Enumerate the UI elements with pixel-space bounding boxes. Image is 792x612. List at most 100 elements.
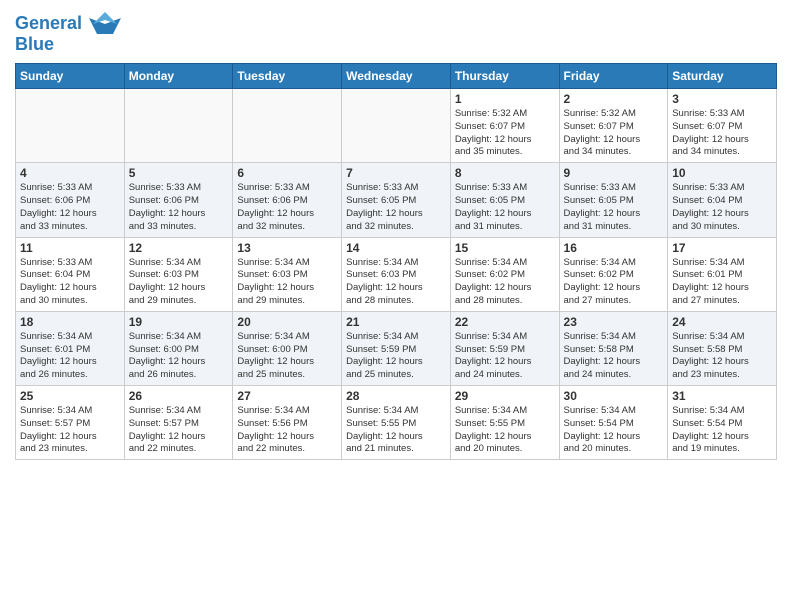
day-info: Sunrise: 5:34 AM Sunset: 5:57 PM Dayligh… xyxy=(20,405,120,456)
calendar-cell: 14 Sunrise: 5:34 AM Sunset: 6:03 PM Dayli… xyxy=(342,237,451,311)
day-number: 8 xyxy=(455,166,555,180)
calendar-table: SundayMondayTuesdayWednesdayThursdayFrid… xyxy=(15,63,777,460)
day-number: 12 xyxy=(129,241,229,255)
day-info: Sunrise: 5:34 AM Sunset: 5:57 PM Dayligh… xyxy=(129,405,229,456)
day-number: 10 xyxy=(672,166,772,180)
calendar-cell: 3 Sunrise: 5:33 AM Sunset: 6:07 PM Daylig… xyxy=(668,89,777,163)
day-info: Sunrise: 5:34 AM Sunset: 6:01 PM Dayligh… xyxy=(672,257,772,308)
day-info: Sunrise: 5:33 AM Sunset: 6:06 PM Dayligh… xyxy=(20,182,120,233)
day-number: 13 xyxy=(237,241,337,255)
calendar-cell: 16Sunrise: 5:34 AM Sunset: 6:02 PM Dayli… xyxy=(559,237,668,311)
day-info: Sunrise: 5:33 AM Sunset: 6:05 PM Dayligh… xyxy=(564,182,664,233)
day-number: 20 xyxy=(237,315,337,329)
day-info: Sunrise: 5:34 AM Sunset: 5:59 PM Dayligh… xyxy=(346,331,446,382)
day-number: 25 xyxy=(20,389,120,403)
day-info: Sunrise: 5:34 AM Sunset: 5:55 PM Dayligh… xyxy=(346,405,446,456)
day-info: Sunrise: 5:32 AM Sunset: 6:07 PM Dayligh… xyxy=(564,108,664,159)
weekday-header: Friday xyxy=(559,64,668,89)
day-number: 29 xyxy=(455,389,555,403)
calendar-cell: 21 Sunrise: 5:34 AM Sunset: 5:59 PM Dayli… xyxy=(342,311,451,385)
weekday-header: Tuesday xyxy=(233,64,342,89)
weekday-header: Monday xyxy=(124,64,233,89)
day-info: Sunrise: 5:33 AM Sunset: 6:04 PM Dayligh… xyxy=(20,257,120,308)
day-info: Sunrise: 5:33 AM Sunset: 6:05 PM Dayligh… xyxy=(455,182,555,233)
calendar-week-row: 4Sunrise: 5:33 AM Sunset: 6:06 PM Daylig… xyxy=(16,163,777,237)
calendar-cell: 15Sunrise: 5:34 AM Sunset: 6:02 PM Dayli… xyxy=(450,237,559,311)
day-info: Sunrise: 5:34 AM Sunset: 5:58 PM Dayligh… xyxy=(672,331,772,382)
weekday-header: Thursday xyxy=(450,64,559,89)
page-header: General Blue xyxy=(15,10,777,55)
calendar-cell: 25 Sunrise: 5:34 AM Sunset: 5:57 PM Dayli… xyxy=(16,386,125,460)
day-number: 23 xyxy=(564,315,664,329)
day-info: Sunrise: 5:34 AM Sunset: 5:58 PM Dayligh… xyxy=(564,331,664,382)
day-number: 21 xyxy=(346,315,446,329)
weekday-header: Wednesday xyxy=(342,64,451,89)
calendar-cell: 2 Sunrise: 5:32 AM Sunset: 6:07 PM Daylig… xyxy=(559,89,668,163)
day-info: Sunrise: 5:34 AM Sunset: 6:03 PM Dayligh… xyxy=(346,257,446,308)
calendar-cell: 11 Sunrise: 5:33 AM Sunset: 6:04 PM Dayli… xyxy=(16,237,125,311)
day-number: 15 xyxy=(455,241,555,255)
day-info: Sunrise: 5:34 AM Sunset: 5:59 PM Dayligh… xyxy=(455,331,555,382)
day-info: Sunrise: 5:34 AM Sunset: 5:55 PM Dayligh… xyxy=(455,405,555,456)
calendar-cell: 30 Sunrise: 5:34 AM Sunset: 5:54 PM Dayli… xyxy=(559,386,668,460)
calendar-header-row: SundayMondayTuesdayWednesdayThursdayFrid… xyxy=(16,64,777,89)
day-number: 26 xyxy=(129,389,229,403)
calendar-cell xyxy=(342,89,451,163)
calendar-cell: 9 Sunrise: 5:33 AM Sunset: 6:05 PM Daylig… xyxy=(559,163,668,237)
day-info: Sunrise: 5:33 AM Sunset: 6:05 PM Dayligh… xyxy=(346,182,446,233)
calendar-cell: 19 Sunrise: 5:34 AM Sunset: 6:00 PM Dayli… xyxy=(124,311,233,385)
calendar-cell: 17 Sunrise: 5:34 AM Sunset: 6:01 PM Dayli… xyxy=(668,237,777,311)
calendar-cell: 18 Sunrise: 5:34 AM Sunset: 6:01 PM Dayli… xyxy=(16,311,125,385)
calendar-cell: 24 Sunrise: 5:34 AM Sunset: 5:58 PM Dayli… xyxy=(668,311,777,385)
day-info: Sunrise: 5:34 AM Sunset: 6:00 PM Dayligh… xyxy=(129,331,229,382)
day-info: Sunrise: 5:34 AM Sunset: 5:56 PM Dayligh… xyxy=(237,405,337,456)
day-number: 17 xyxy=(672,241,772,255)
day-number: 14 xyxy=(346,241,446,255)
weekday-header: Sunday xyxy=(16,64,125,89)
day-number: 18 xyxy=(20,315,120,329)
day-number: 19 xyxy=(129,315,229,329)
calendar-cell: 4Sunrise: 5:33 AM Sunset: 6:06 PM Daylig… xyxy=(16,163,125,237)
day-number: 9 xyxy=(564,166,664,180)
calendar-cell: 10 Sunrise: 5:33 AM Sunset: 6:04 PM Dayli… xyxy=(668,163,777,237)
logo: General Blue xyxy=(15,10,121,55)
calendar-cell: 20Sunrise: 5:34 AM Sunset: 6:00 PM Dayli… xyxy=(233,311,342,385)
calendar-cell: 12 Sunrise: 5:34 AM Sunset: 6:03 PM Dayli… xyxy=(124,237,233,311)
day-number: 11 xyxy=(20,241,120,255)
calendar-cell: 27Sunrise: 5:34 AM Sunset: 5:56 PM Dayli… xyxy=(233,386,342,460)
calendar-cell: 26 Sunrise: 5:34 AM Sunset: 5:57 PM Dayli… xyxy=(124,386,233,460)
day-info: Sunrise: 5:33 AM Sunset: 6:04 PM Dayligh… xyxy=(672,182,772,233)
day-number: 5 xyxy=(129,166,229,180)
day-number: 6 xyxy=(237,166,337,180)
day-info: Sunrise: 5:32 AM Sunset: 6:07 PM Dayligh… xyxy=(455,108,555,159)
day-number: 31 xyxy=(672,389,772,403)
calendar-cell xyxy=(16,89,125,163)
day-number: 24 xyxy=(672,315,772,329)
day-info: Sunrise: 5:34 AM Sunset: 5:54 PM Dayligh… xyxy=(672,405,772,456)
day-number: 22 xyxy=(455,315,555,329)
day-number: 28 xyxy=(346,389,446,403)
day-number: 3 xyxy=(672,92,772,106)
day-info: Sunrise: 5:34 AM Sunset: 6:03 PM Dayligh… xyxy=(237,257,337,308)
calendar-cell: 23 Sunrise: 5:34 AM Sunset: 5:58 PM Dayli… xyxy=(559,311,668,385)
weekday-header: Saturday xyxy=(668,64,777,89)
day-info: Sunrise: 5:33 AM Sunset: 6:07 PM Dayligh… xyxy=(672,108,772,159)
day-info: Sunrise: 5:33 AM Sunset: 6:06 PM Dayligh… xyxy=(129,182,229,233)
day-number: 2 xyxy=(564,92,664,106)
calendar-cell: 28 Sunrise: 5:34 AM Sunset: 5:55 PM Dayli… xyxy=(342,386,451,460)
calendar-cell: 1 Sunrise: 5:32 AM Sunset: 6:07 PM Daylig… xyxy=(450,89,559,163)
calendar-cell xyxy=(233,89,342,163)
day-info: Sunrise: 5:34 AM Sunset: 6:01 PM Dayligh… xyxy=(20,331,120,382)
calendar-week-row: 11 Sunrise: 5:33 AM Sunset: 6:04 PM Dayli… xyxy=(16,237,777,311)
day-info: Sunrise: 5:34 AM Sunset: 6:03 PM Dayligh… xyxy=(129,257,229,308)
calendar-cell: 8 Sunrise: 5:33 AM Sunset: 6:05 PM Daylig… xyxy=(450,163,559,237)
day-info: Sunrise: 5:33 AM Sunset: 6:06 PM Dayligh… xyxy=(237,182,337,233)
day-number: 1 xyxy=(455,92,555,106)
day-info: Sunrise: 5:34 AM Sunset: 5:54 PM Dayligh… xyxy=(564,405,664,456)
day-number: 7 xyxy=(346,166,446,180)
calendar-week-row: 18 Sunrise: 5:34 AM Sunset: 6:01 PM Dayli… xyxy=(16,311,777,385)
day-number: 30 xyxy=(564,389,664,403)
calendar-cell: 6 Sunrise: 5:33 AM Sunset: 6:06 PM Daylig… xyxy=(233,163,342,237)
calendar-cell: 13 Sunrise: 5:34 AM Sunset: 6:03 PM Dayli… xyxy=(233,237,342,311)
day-info: Sunrise: 5:34 AM Sunset: 6:02 PM Dayligh… xyxy=(564,257,664,308)
